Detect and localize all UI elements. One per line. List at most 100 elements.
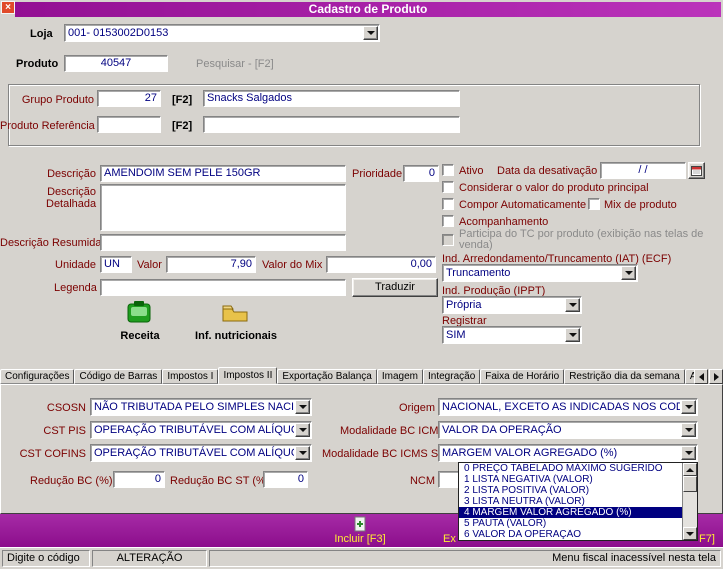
produto-label: Produto bbox=[16, 58, 59, 70]
chevron-right-icon bbox=[713, 372, 719, 381]
cst-cofins-label: CST COFINS bbox=[19, 448, 86, 460]
chevron-left-icon bbox=[698, 372, 704, 381]
tab-configuracoes[interactable]: Configurações bbox=[0, 369, 75, 384]
acompanhamento-checkbox[interactable] bbox=[442, 215, 454, 227]
ippt-dropdown-button[interactable] bbox=[565, 298, 580, 312]
date-picker-button[interactable] bbox=[688, 162, 705, 179]
chevron-down-icon bbox=[624, 271, 633, 275]
status-mode: ALTERAÇÃO bbox=[92, 550, 207, 567]
loja-value: 001- 0153002D0153 bbox=[68, 27, 169, 39]
receita-icon[interactable] bbox=[127, 300, 151, 327]
descricao-input[interactable]: AMENDOIM SEM PELE 150GR bbox=[100, 165, 346, 182]
legenda-label: Legenda bbox=[54, 282, 97, 294]
legenda-input[interactable] bbox=[100, 279, 346, 296]
tab-scroll-right-button[interactable] bbox=[709, 369, 723, 384]
incluir-button[interactable]: Incluir [F3] bbox=[312, 533, 408, 545]
tab-impostos-2[interactable]: Impostos II bbox=[218, 367, 278, 384]
valor-do-mix-input[interactable]: 0,00 bbox=[326, 256, 436, 273]
tab-scroll-left-button[interactable] bbox=[694, 369, 708, 384]
mix-de-produto-checkbox[interactable] bbox=[588, 198, 600, 210]
tab-integracao[interactable]: Integração bbox=[423, 369, 481, 384]
registrar-select[interactable]: SIM bbox=[442, 326, 582, 344]
tab-codigo-de-barras[interactable]: Código de Barras bbox=[74, 369, 163, 384]
csosn-select[interactable]: NÃO TRIBUTADA PELO SIMPLES NACIONAL bbox=[90, 398, 312, 416]
considerar-valor-checkbox[interactable] bbox=[442, 181, 454, 193]
loja-dropdown-button[interactable] bbox=[363, 26, 378, 40]
csosn-label: CSOSN bbox=[46, 402, 86, 414]
reducao-bc-st-label: Redução BC ST (%) bbox=[170, 475, 270, 487]
dropdown-option-selected[interactable]: 4 MARGEM VALOR AGREGADO (%) bbox=[459, 507, 682, 518]
cst-cofins-select[interactable]: OPERAÇÃO TRIBUTÁVEL COM ALÍQUOTA BÁSICA bbox=[90, 444, 312, 462]
ippt-select[interactable]: Própria bbox=[442, 296, 582, 314]
ativo-checkbox[interactable] bbox=[442, 164, 454, 176]
scrollbar-thumb[interactable] bbox=[683, 476, 697, 492]
traduzir-button[interactable]: Traduzir bbox=[352, 278, 438, 297]
reducao-bc-st-input[interactable]: 0 bbox=[263, 471, 308, 488]
participa-tc-label: Participa do TC por produto (exibição na… bbox=[459, 228, 704, 251]
grupo-produto-code-input[interactable]: 27 bbox=[97, 90, 161, 107]
tab-faixa-de-horario[interactable]: Faixa de Horário bbox=[480, 369, 565, 384]
dropdown-option[interactable]: 2 LISTA POSITIVA (VALOR) bbox=[459, 485, 682, 496]
produto-referencia-label: Produto Referência bbox=[0, 120, 95, 132]
tab-exportacao-balanca[interactable]: Exportação Balança bbox=[277, 369, 377, 384]
cadastro-produto-window: { "window": { "title": "Cadastro de Prod… bbox=[0, 0, 723, 569]
loja-select[interactable]: 001- 0153002D0153 bbox=[64, 24, 380, 42]
dropdown-scrollbar[interactable] bbox=[682, 463, 697, 540]
modalidade-bc-icms-st-select[interactable]: MARGEM VALOR AGREGADO (%) bbox=[438, 444, 698, 462]
chevron-down-icon bbox=[568, 303, 577, 307]
csosn-dropdown-button[interactable] bbox=[295, 400, 310, 414]
modalidade-bc-icms-st-value: MARGEM VALOR AGREGADO (%) bbox=[442, 447, 618, 459]
excluir-button-partial[interactable]: Ex bbox=[443, 533, 456, 545]
calendar-icon bbox=[691, 166, 702, 176]
tab-acoes[interactable]: Aç bbox=[684, 369, 694, 384]
reducao-bc-input[interactable]: 0 bbox=[113, 471, 165, 488]
tab-restricao-dia-da-semana[interactable]: Restrição dia da semana bbox=[564, 369, 685, 384]
dropdown-option[interactable]: 3 LISTA NEUTRA (VALOR) bbox=[459, 496, 682, 507]
dropdown-option[interactable]: 0 PREÇO TABELADO MÁXIMO SUGERIDO bbox=[459, 463, 682, 474]
cst-pis-select[interactable]: OPERAÇÃO TRIBUTÁVEL COM ALÍQUOTA BÁSICA bbox=[90, 421, 312, 439]
grupo-produto-name-input[interactable]: Snacks Salgados bbox=[203, 90, 460, 107]
produto-referencia-code-input[interactable] bbox=[97, 116, 161, 133]
loja-label: Loja bbox=[30, 28, 53, 40]
modalidade-bc-icms-st-dropdown-button[interactable] bbox=[681, 446, 696, 460]
chevron-down-icon bbox=[684, 405, 693, 409]
dropdown-option[interactable]: 6 VALOR DA OPERAÇÃO bbox=[459, 529, 682, 540]
origem-dropdown-button[interactable] bbox=[681, 400, 696, 414]
data-desativacao-input[interactable]: / / bbox=[600, 162, 686, 179]
tab-impostos-1[interactable]: Impostos I bbox=[162, 369, 219, 384]
modalidade-bc-icms-select[interactable]: VALOR DA OPERAÇÃO bbox=[438, 421, 698, 439]
grupo-produto-f2-label: [F2] bbox=[172, 94, 193, 106]
iat-select[interactable]: Truncamento bbox=[442, 264, 638, 282]
produto-referencia-name-input[interactable] bbox=[203, 116, 460, 133]
descricao-resumida-label: Descrição Resumida bbox=[0, 237, 102, 249]
inf-nutricionais-label: Inf. nutricionais bbox=[195, 330, 277, 342]
ncm-label: NCM bbox=[409, 475, 435, 487]
close-icon[interactable]: × bbox=[1, 1, 15, 14]
dropdown-option[interactable]: 1 LISTA NEGATIVA (VALOR) bbox=[459, 474, 682, 485]
cst-cofins-dropdown-button[interactable] bbox=[295, 446, 310, 460]
origem-select[interactable]: NACIONAL, EXCETO AS INDICADAS NOS CODIGO… bbox=[438, 398, 698, 416]
chevron-down-icon bbox=[298, 405, 307, 409]
ippt-value: Própria bbox=[446, 299, 482, 311]
dropdown-option[interactable]: 5 PAUTA (VALOR) bbox=[459, 518, 682, 529]
descricao-detalhada-textarea[interactable] bbox=[100, 184, 346, 231]
tab-imagem[interactable]: Imagem bbox=[376, 369, 423, 384]
modalidade-bc-icms-value: VALOR DA OPERAÇÃO bbox=[442, 424, 562, 436]
modalidade-bc-icms-dropdown-button[interactable] bbox=[681, 423, 696, 437]
scroll-up-button[interactable] bbox=[683, 463, 697, 476]
produto-code-input[interactable]: 40547 bbox=[64, 55, 168, 72]
chevron-down-icon bbox=[366, 31, 375, 35]
unidade-input[interactable]: UN bbox=[100, 256, 132, 273]
valor-input[interactable]: 7,90 bbox=[166, 256, 256, 273]
grupo-produto-label: Grupo Produto bbox=[21, 94, 94, 106]
registrar-dropdown-button[interactable] bbox=[565, 328, 580, 342]
prioridade-input[interactable]: 0 bbox=[403, 165, 439, 182]
chevron-down-icon bbox=[568, 333, 577, 337]
compor-automaticamente-checkbox[interactable] bbox=[442, 198, 454, 210]
cst-pis-dropdown-button[interactable] bbox=[295, 423, 310, 437]
descricao-resumida-input[interactable] bbox=[100, 234, 346, 251]
iat-dropdown-button[interactable] bbox=[621, 266, 636, 280]
scroll-down-button[interactable] bbox=[683, 527, 697, 540]
inf-nutricionais-icon[interactable] bbox=[222, 303, 248, 325]
f7-button-partial[interactable]: F7] bbox=[699, 533, 715, 545]
